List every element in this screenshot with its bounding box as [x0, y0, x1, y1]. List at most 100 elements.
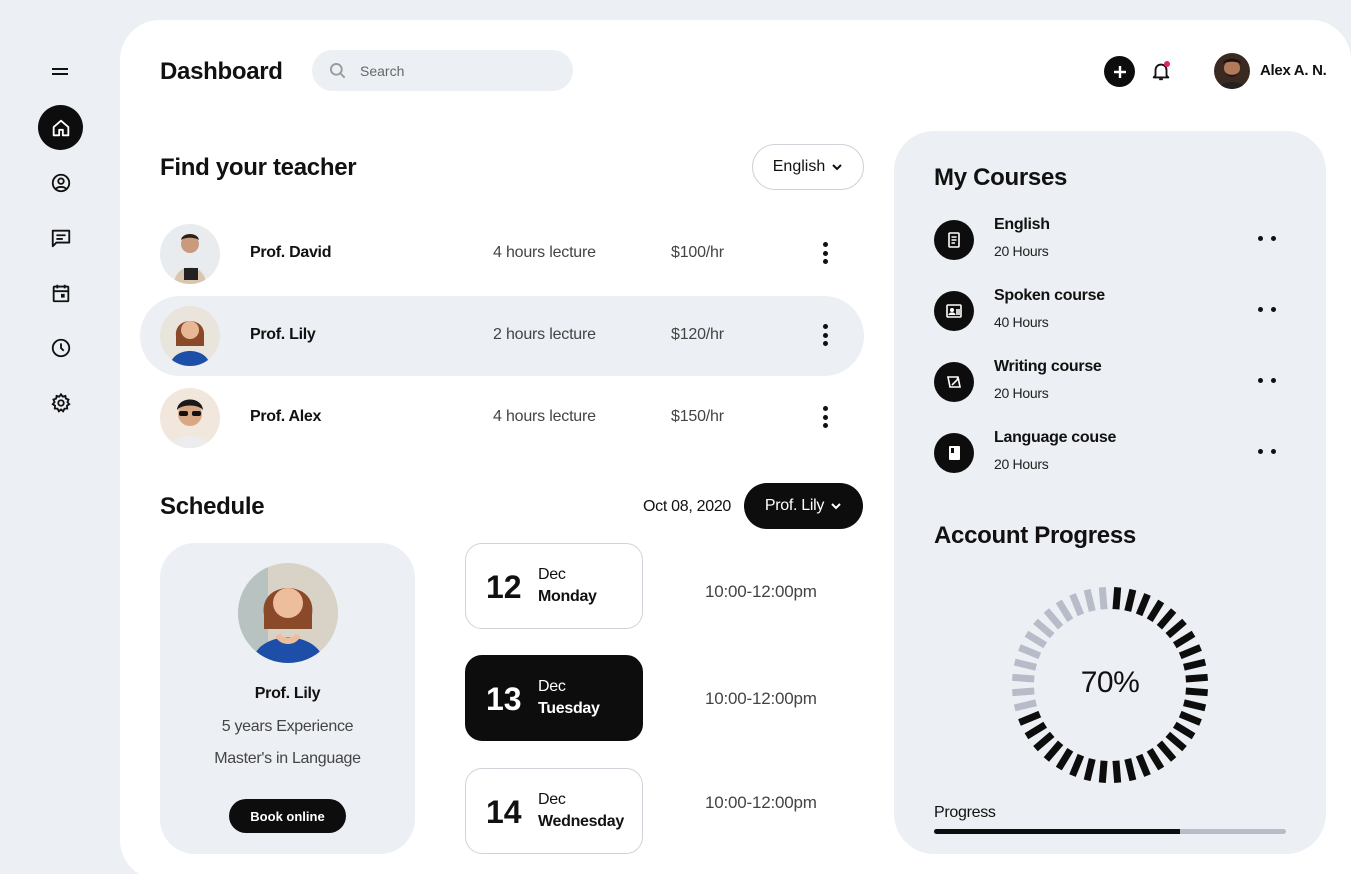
gauge-segment	[1146, 599, 1165, 623]
home-icon	[52, 119, 69, 136]
sidebar-item-messages[interactable]	[38, 215, 83, 260]
profile-name: Prof. Lily	[254, 685, 321, 702]
sidebar-item-profile[interactable]	[38, 160, 83, 205]
book-online-button[interactable]: Book online	[229, 799, 346, 833]
time-slot: 10:00-12:00pm	[705, 793, 817, 812]
pen-paper-icon	[947, 376, 961, 388]
hamburger-menu-icon[interactable]	[52, 68, 68, 78]
progress-percent: 70%	[1080, 666, 1140, 699]
course-hours: 20 Hours	[994, 243, 1049, 259]
schedule-title: Schedule	[160, 493, 265, 520]
more-options-icon[interactable]	[821, 406, 829, 428]
notification-badge	[1164, 61, 1170, 67]
gauge-segment	[1156, 740, 1177, 762]
date-day: 12	[486, 569, 522, 605]
course-hours: 40 Hours	[994, 314, 1049, 330]
more-options-icon[interactable]	[821, 324, 829, 346]
gauge-segment	[1112, 760, 1122, 783]
teacher-row[interactable]: Prof. Alex 4 hours lecture $150/hr	[140, 378, 864, 458]
main-panel: Dashboard Alex A. N. Find your teacher E…	[120, 20, 1351, 874]
teacher-avatar	[160, 306, 220, 366]
time-slot: 10:00-12:00pm	[705, 582, 817, 601]
teacher-lecture: 2 hours lecture	[493, 326, 596, 343]
add-button[interactable]	[1104, 56, 1135, 87]
course-icon	[934, 362, 974, 402]
gauge-segment	[1135, 753, 1151, 777]
user-name: Alex A. N.	[1260, 62, 1327, 79]
search-bar[interactable]	[312, 50, 573, 91]
gauge-segment	[1165, 731, 1187, 752]
gauge-segment	[1055, 599, 1074, 623]
more-options-icon[interactable]	[1258, 378, 1276, 384]
gauge-segment	[1055, 747, 1074, 771]
gauge-segment	[1098, 587, 1108, 610]
sidebar-item-settings[interactable]	[38, 380, 83, 425]
course-title: Writing course	[994, 358, 1102, 375]
gauge-segment	[1033, 618, 1055, 639]
teacher-profile-card: Prof. Lily 5 years Experience Master's i…	[160, 543, 415, 854]
teacher-price: $100/hr	[671, 244, 724, 261]
search-input[interactable]	[360, 62, 560, 79]
plus-icon	[1113, 65, 1126, 78]
gauge-segment	[1183, 699, 1207, 712]
course-item[interactable]: Writing course 20 Hours	[934, 358, 1284, 408]
contact-card-icon	[946, 304, 962, 318]
gauge-segment	[1018, 644, 1042, 660]
date-card[interactable]: 12 Dec Monday	[465, 543, 643, 629]
gauge-segment	[1112, 587, 1122, 610]
notification-button[interactable]	[1150, 59, 1172, 83]
gauge-segment	[1069, 593, 1085, 617]
teacher-row[interactable]: Prof. Lily 2 hours lecture $120/hr	[140, 296, 864, 376]
more-options-icon[interactable]	[1258, 236, 1276, 242]
course-item[interactable]: English 20 Hours	[934, 216, 1284, 266]
teacher-avatar	[160, 224, 220, 284]
gauge-segment	[1024, 721, 1048, 740]
gauge-segment	[1069, 753, 1085, 777]
teacher-row[interactable]: Prof. David 4 hours lecture $100/hr	[140, 214, 864, 294]
course-item[interactable]: Language couse 20 Hours	[934, 429, 1284, 479]
sidebar-item-calendar[interactable]	[38, 270, 83, 315]
gauge-segment	[1043, 608, 1064, 630]
search-icon	[330, 62, 346, 78]
gauge-segment	[1033, 731, 1055, 752]
more-options-icon[interactable]	[821, 242, 829, 264]
date-weekday: Tuesday	[538, 700, 600, 717]
teacher-price: $120/hr	[671, 326, 724, 343]
date-card[interactable]: 13 Dec Tuesday	[465, 655, 643, 741]
sidebar-item-history[interactable]	[38, 325, 83, 370]
progress-bar-fill	[934, 829, 1181, 834]
gauge-segment	[1013, 699, 1037, 712]
course-hours: 20 Hours	[994, 456, 1049, 472]
teacher-price: $150/hr	[671, 408, 724, 425]
script-icon	[948, 232, 960, 248]
gauge-segment	[1124, 758, 1137, 782]
gauge-segment	[1172, 721, 1196, 740]
gauge-segment	[1024, 630, 1048, 649]
more-options-icon[interactable]	[1258, 307, 1276, 313]
course-icon	[934, 220, 974, 260]
calendar-icon	[52, 284, 69, 302]
teacher-lecture: 4 hours lecture	[493, 244, 596, 261]
course-item[interactable]: Spoken course 40 Hours	[934, 287, 1284, 337]
gauge-segment	[1172, 630, 1196, 649]
account-progress-title: Account Progress	[934, 522, 1136, 549]
teacher-select[interactable]: Prof. Lily	[744, 483, 863, 529]
date-month: Dec	[538, 566, 566, 583]
clock-icon	[51, 338, 70, 357]
language-select[interactable]: English	[752, 144, 864, 190]
courses-panel: My Courses English 20 Hours Spoken cours…	[894, 131, 1326, 854]
teacher-select-value: Prof. Lily	[764, 497, 825, 514]
sidebar-item-home[interactable]	[38, 105, 83, 150]
user-avatar[interactable]	[1214, 53, 1250, 89]
date-month: Dec	[538, 791, 566, 808]
gear-icon	[50, 392, 71, 413]
progress-bar-label: Progress	[934, 804, 996, 821]
gauge-segment	[1083, 758, 1096, 782]
find-teacher-title: Find your teacher	[160, 154, 357, 181]
teacher-name: Prof. David	[250, 244, 332, 261]
date-card[interactable]: 14 Dec Wednesday	[465, 768, 643, 854]
profile-avatar	[238, 563, 338, 663]
more-options-icon[interactable]	[1258, 449, 1276, 455]
teacher-name: Prof. Lily	[250, 326, 316, 343]
date-weekday: Wednesday	[538, 813, 624, 830]
